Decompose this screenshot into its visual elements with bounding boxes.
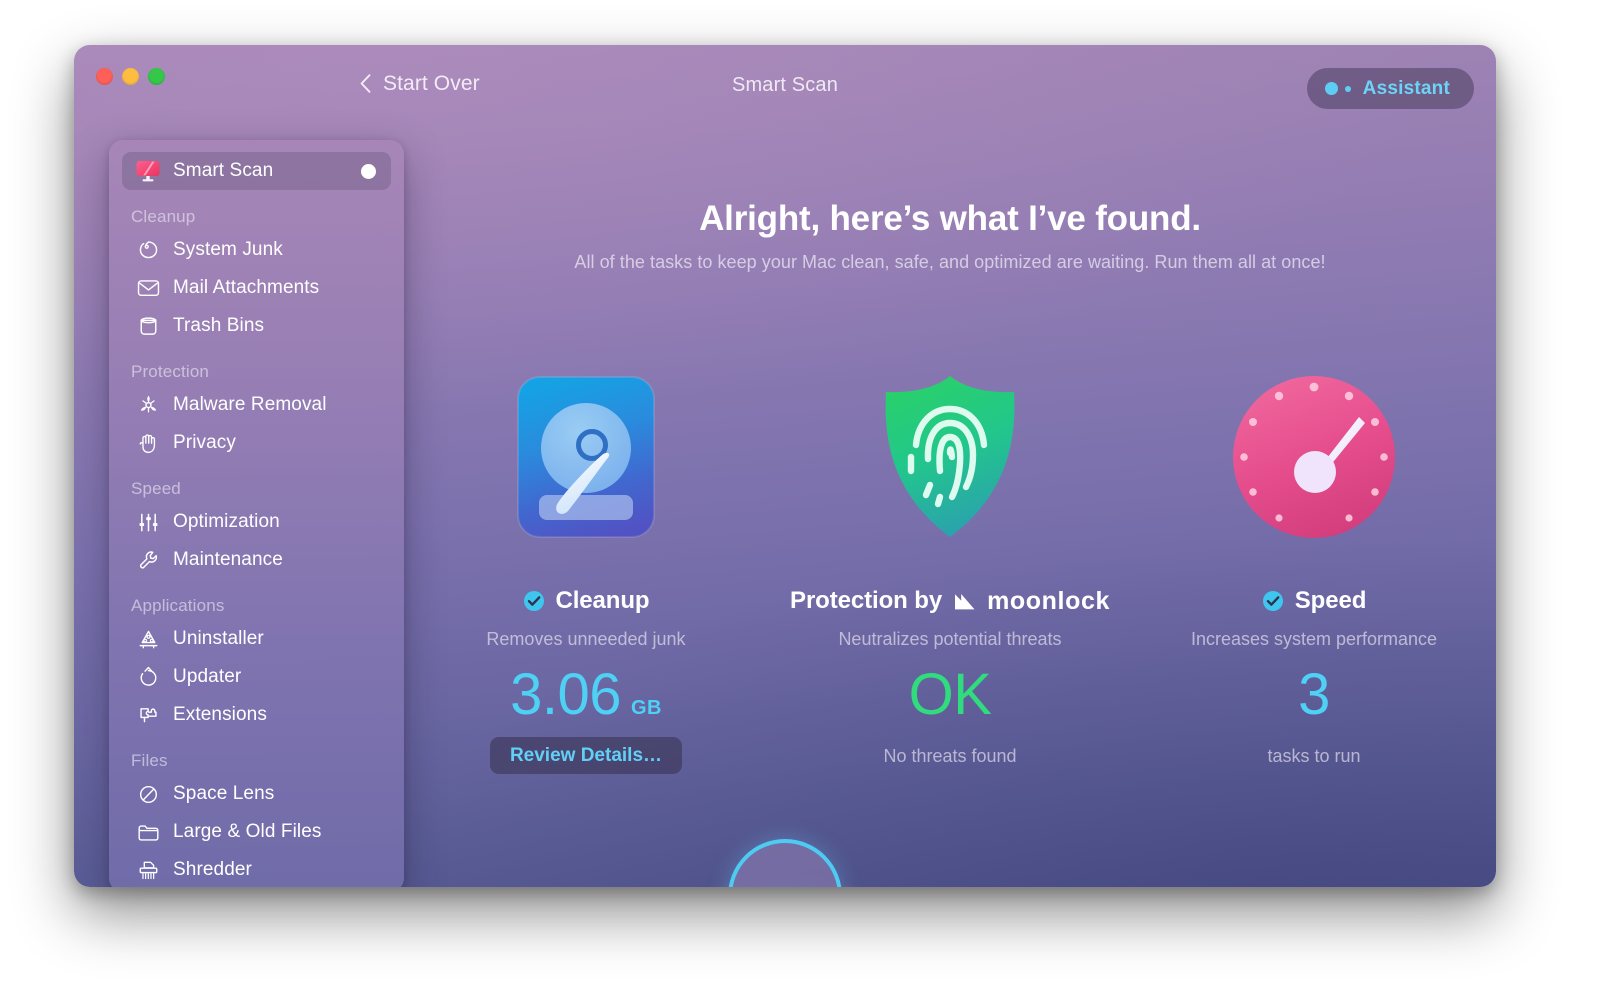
sidebar-group-files: Files bbox=[131, 751, 168, 770]
smart-scan-monitor-icon bbox=[131, 158, 165, 184]
card-protection-subtitle: Neutralizes potential threats bbox=[838, 629, 1062, 649]
sidebar-item-extensions[interactable]: Extensions bbox=[122, 696, 391, 734]
sidebar-item-system-junk[interactable]: System Junk bbox=[122, 231, 391, 269]
card-speed-note: tasks to run bbox=[1267, 746, 1361, 766]
system-junk-icon bbox=[131, 237, 165, 263]
sidebar-item-privacy[interactable]: Privacy bbox=[122, 424, 391, 462]
sidebar-item-trash-bins[interactable]: Trash Bins bbox=[122, 307, 391, 345]
shield-fingerprint-icon bbox=[870, 373, 1030, 541]
sidebar-item-shredder[interactable]: Shredder bbox=[122, 851, 391, 887]
sidebar-item-label: System Junk bbox=[173, 239, 283, 260]
sidebar-item-optimization[interactable]: Optimization bbox=[122, 503, 391, 541]
moonlock-wordmark: moonlock bbox=[987, 586, 1110, 615]
card-cleanup-amount: 3.06 bbox=[510, 662, 622, 727]
headline: Alright, here’s what I’ve found. bbox=[699, 199, 1201, 238]
space-lens-icon bbox=[131, 781, 165, 807]
check-circle-icon bbox=[1262, 590, 1284, 612]
moonlock-logo: moonlock bbox=[953, 587, 1110, 616]
sidebar-item-label: Smart Scan bbox=[173, 160, 274, 181]
titlebar: Start Over Smart Scan Assistant bbox=[74, 45, 1496, 133]
card-protection-note: No threats found bbox=[883, 746, 1017, 766]
sidebar-item-label: Maintenance bbox=[173, 549, 283, 570]
sidebar-item-maintenance[interactable]: Maintenance bbox=[122, 541, 391, 579]
puzzle-piece-icon bbox=[131, 702, 165, 728]
card-cleanup-value: 3.06 GB bbox=[510, 666, 662, 724]
sidebar-item-label: Mail Attachments bbox=[173, 277, 320, 298]
card-speed-title: Speed bbox=[1294, 587, 1367, 614]
sidebar-item-updater[interactable]: Updater bbox=[122, 658, 391, 696]
update-arrow-icon bbox=[131, 664, 165, 690]
sidebar-item-label: Space Lens bbox=[173, 783, 275, 804]
sidebar-item-malware-removal[interactable]: Malware Removal bbox=[122, 386, 391, 424]
shredder-icon bbox=[131, 857, 165, 883]
sidebar-item-label: Large & Old Files bbox=[173, 821, 322, 842]
sliders-icon bbox=[131, 509, 165, 535]
assistant-button[interactable]: Assistant bbox=[1306, 68, 1474, 109]
sidebar-item-mail-attachments[interactable]: Mail Attachments bbox=[122, 269, 391, 307]
card-cleanup-unit: GB bbox=[631, 697, 662, 719]
card-speed-count: 3 bbox=[1298, 662, 1330, 727]
smart-scan-status-dot-icon bbox=[361, 163, 376, 179]
trash-bin-icon bbox=[131, 313, 165, 339]
hard-drive-icon bbox=[516, 373, 656, 541]
uninstaller-icon bbox=[131, 626, 165, 652]
card-speed-subtitle: Increases system performance bbox=[1190, 629, 1438, 649]
biohazard-icon bbox=[131, 392, 165, 418]
mail-envelope-icon bbox=[131, 275, 165, 301]
speed-gauge-icon bbox=[1230, 373, 1398, 541]
sidebar-item-uninstaller[interactable]: Uninstaller bbox=[122, 620, 391, 658]
sidebar-item-label: Shredder bbox=[173, 859, 252, 880]
card-cleanup-title: Cleanup bbox=[555, 587, 650, 614]
sidebar-item-label: Updater bbox=[173, 666, 242, 687]
sidebar-item-large-and-old-files[interactable]: Large & Old Files bbox=[122, 813, 391, 851]
sidebar-group-protection: Protection bbox=[131, 362, 210, 381]
card-protection-title-row: Protection by moonlock bbox=[790, 587, 1110, 615]
sidebar-group-applications: Applications bbox=[131, 596, 225, 615]
sidebar-item-label: Uninstaller bbox=[173, 628, 264, 649]
sidebar: Smart Scan Cleanup System Junk Mail Atta… bbox=[109, 140, 404, 887]
moonlock-mark-icon bbox=[953, 592, 978, 611]
wrench-icon bbox=[131, 547, 165, 573]
card-protection-status: OK bbox=[908, 662, 992, 727]
app-window: Start Over Smart Scan Assistant Smart Sc… bbox=[74, 45, 1496, 887]
sidebar-group-cleanup: Cleanup bbox=[131, 207, 196, 226]
card-speed-value: 3 bbox=[1298, 666, 1330, 724]
sidebar-item-label: Optimization bbox=[173, 511, 280, 532]
sidebar-item-space-lens[interactable]: Space Lens bbox=[122, 775, 391, 813]
card-protection-title: Protection by bbox=[790, 587, 943, 614]
subheadline: All of the tasks to keep your Mac clean,… bbox=[574, 252, 1326, 272]
sidebar-group-speed: Speed bbox=[131, 479, 181, 498]
card-speed-title-row: Speed bbox=[1262, 587, 1367, 615]
page-title: Smart Scan bbox=[732, 74, 838, 96]
sidebar-item-label: Malware Removal bbox=[173, 394, 327, 415]
check-circle-icon bbox=[523, 590, 545, 612]
folder-icon bbox=[131, 819, 165, 845]
card-cleanup-title-row: Cleanup bbox=[523, 587, 650, 615]
assistant-dot-large-icon bbox=[1324, 82, 1338, 95]
sidebar-item-label: Trash Bins bbox=[173, 315, 265, 336]
scan-result-cards: Cleanup Removes unneeded junk 3.06 GB Re… bbox=[404, 373, 1496, 774]
card-cleanup: Cleanup Removes unneeded junk 3.06 GB Re… bbox=[404, 373, 768, 774]
sidebar-item-label: Extensions bbox=[173, 704, 267, 725]
card-speed: Speed Increases system performance 3 tas… bbox=[1132, 373, 1496, 774]
card-cleanup-subtitle: Removes unneeded junk bbox=[486, 629, 686, 649]
assistant-label: Assistant bbox=[1362, 77, 1450, 99]
review-details-button[interactable]: Review Details… bbox=[489, 737, 683, 774]
assistant-dot-small-icon bbox=[1344, 85, 1351, 92]
main-content: Alright, here’s what I’ve found. All of … bbox=[404, 133, 1496, 887]
hand-icon bbox=[131, 430, 165, 456]
sidebar-item-smart-scan[interactable]: Smart Scan bbox=[122, 152, 391, 190]
card-protection-value: OK bbox=[909, 666, 992, 724]
card-protection: Protection by moonlock Neutralizes poten… bbox=[768, 373, 1132, 774]
sidebar-item-label: Privacy bbox=[173, 432, 236, 453]
